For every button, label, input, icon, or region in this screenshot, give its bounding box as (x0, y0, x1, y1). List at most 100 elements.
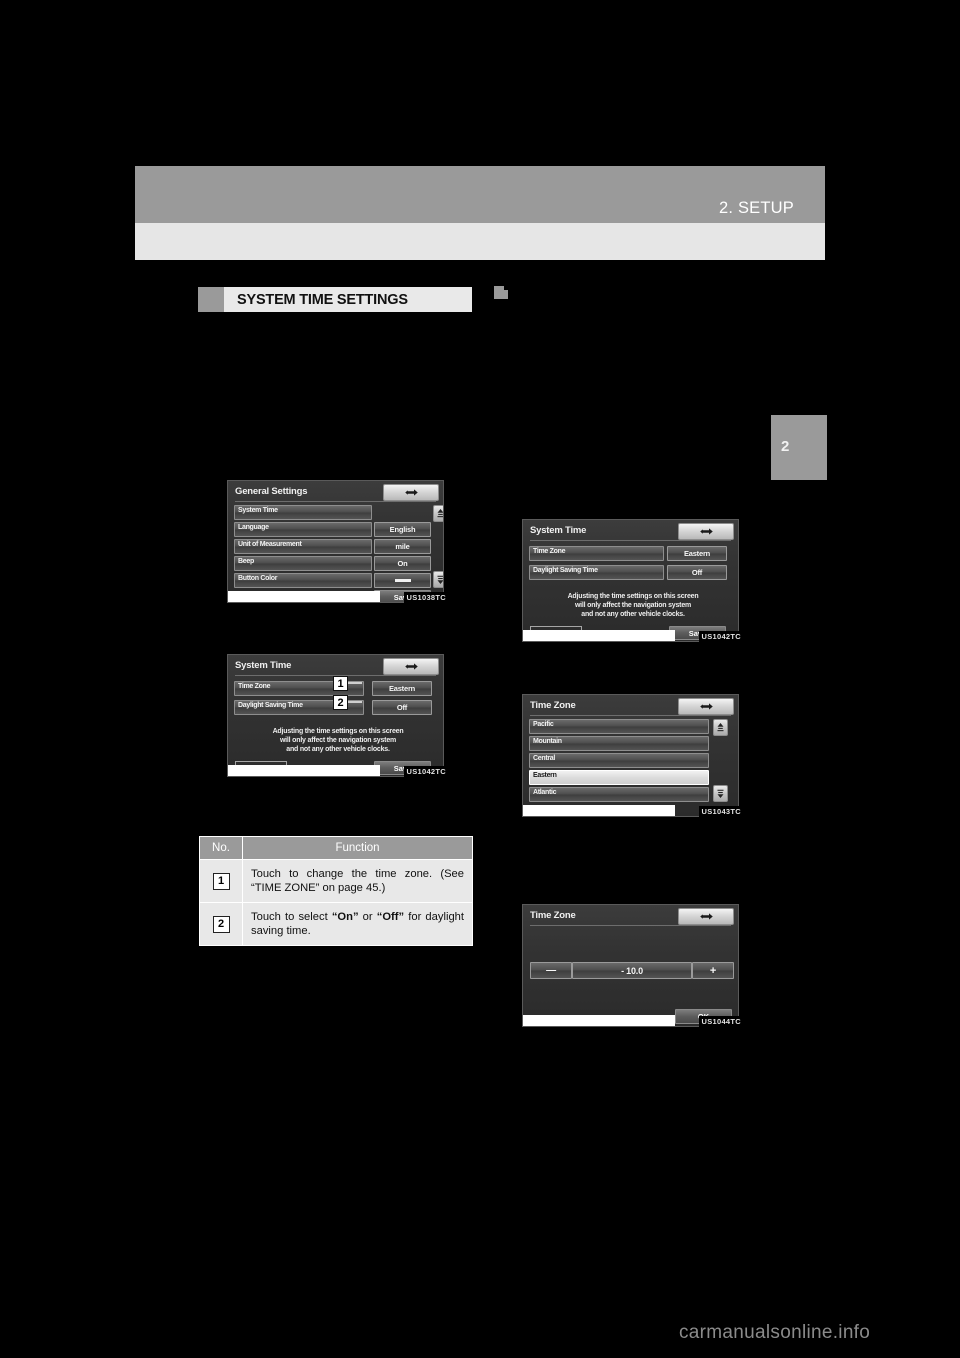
list-item-atlantic[interactable]: Atlantic (529, 787, 709, 802)
value-unit-of-measurement[interactable]: mile (374, 539, 431, 554)
row-label: Daylight Saving Time (533, 567, 598, 574)
scroll-up-button[interactable] (433, 505, 443, 522)
decrement-button[interactable]: — (530, 962, 572, 979)
note-line: and not any other vehicle clocks. (286, 746, 390, 753)
fn-part-off: “Off” (376, 911, 405, 923)
screen-title: System Time (235, 660, 292, 671)
column-header-function: Function (242, 836, 473, 860)
figure-caption: US1043TC (699, 806, 743, 817)
list-item-eastern[interactable]: Eastern (529, 770, 709, 785)
row-beep[interactable]: Beep (234, 556, 372, 571)
fn-part: Touch to select (251, 911, 332, 923)
list-item-central[interactable]: Central (529, 753, 709, 768)
section-heading: SYSTEM TIME SETTINGS (198, 287, 472, 312)
back-button[interactable] (383, 658, 439, 675)
chapter-tab-number: 2 (781, 438, 790, 455)
scroll-down-icon (437, 575, 443, 584)
back-arrow-icon (699, 703, 713, 710)
section-swatch (198, 287, 224, 312)
row-system-time[interactable]: System Time (234, 505, 372, 520)
row-label: Language (238, 524, 269, 531)
screen-title: Time Zone (530, 910, 576, 921)
page-header-band: 2. SETUP (135, 166, 825, 223)
scroll-down-button[interactable] (713, 785, 728, 802)
row-function-cell: Touch to select “On” or “Off” for daylig… (242, 902, 473, 946)
list-item-mountain[interactable]: Mountain (529, 736, 709, 751)
increment-button[interactable]: + (692, 962, 734, 979)
value-language[interactable]: English (374, 522, 431, 537)
screen-title: General Settings (235, 486, 308, 497)
page-header-subband (135, 223, 825, 260)
watermark: carmanualsonline.info (679, 1322, 871, 1343)
column-header-no: No. (199, 836, 243, 860)
value-daylight-saving-time[interactable]: Off (372, 700, 432, 715)
scroll-down-button[interactable] (433, 571, 443, 588)
value-label: Off (691, 568, 703, 577)
back-button[interactable] (678, 908, 734, 925)
table-header-row: No. Function (199, 836, 473, 860)
back-button[interactable] (678, 698, 734, 715)
bottom-strip (228, 591, 380, 602)
screen-note: Adjusting the time settings on this scre… (258, 727, 418, 754)
row-label: Time Zone (533, 548, 566, 555)
list-item-label: Atlantic (533, 789, 557, 796)
value-time-zone[interactable]: Eastern (372, 681, 432, 696)
row-number-cell: 2 (199, 902, 243, 946)
callout-number-1: 1 (212, 872, 230, 890)
title-divider (235, 501, 436, 502)
value-label: Off (396, 703, 408, 712)
row-daylight-saving-time[interactable]: Daylight Saving Time (529, 565, 664, 580)
figure-caption: US1038TC (404, 592, 448, 603)
note-line: Adjusting the time settings on this scre… (272, 728, 404, 735)
fn-part: or (358, 911, 377, 923)
nav-screen-system-time: System Time Time Zone Eastern Daylight S… (227, 654, 444, 777)
plus-icon: + (709, 964, 717, 977)
back-arrow-icon (404, 663, 418, 670)
row-time-zone[interactable]: Time Zone (529, 546, 664, 561)
screen-title: Time Zone (530, 700, 576, 711)
color-swatch-icon (394, 579, 411, 582)
row-language[interactable]: Language (234, 522, 372, 537)
row-function-cell: Touch to change the time zone. (See “TIM… (242, 859, 473, 903)
list-item-label: Mountain (533, 738, 562, 745)
scroll-up-icon (437, 509, 443, 518)
table-row: 2 Touch to select “On” or “Off” for dayl… (199, 902, 473, 946)
bottom-strip (228, 765, 380, 776)
value-beep[interactable]: On (374, 556, 431, 571)
row-button-color[interactable]: Button Color (234, 573, 372, 588)
row-label: Unit of Measurement (238, 541, 302, 548)
fn-part-on: “On” (331, 911, 359, 923)
scroll-up-button[interactable] (713, 719, 728, 736)
note-line: will only affect the navigation system (574, 602, 692, 609)
section-heading-label: SYSTEM TIME SETTINGS (237, 291, 408, 308)
row-label: Daylight Saving Time (238, 702, 303, 709)
screenshot-time-zone-adjust: Time Zone — - 10.0 + OK US1044TC (518, 900, 743, 1027)
value-label: Eastern (388, 684, 416, 693)
row-label: Time Zone (238, 683, 271, 690)
callout-line-1 (347, 682, 362, 684)
title-divider (530, 540, 731, 541)
list-item-label: Eastern (533, 772, 557, 779)
row-label: Beep (238, 558, 254, 565)
row-number-cell: 1 (199, 859, 243, 903)
list-item-pacific[interactable]: Pacific (529, 719, 709, 734)
value-daylight-saving-time[interactable]: Off (667, 565, 727, 580)
back-button[interactable] (678, 523, 734, 540)
back-button[interactable] (383, 484, 439, 501)
scroll-down-icon (717, 789, 724, 798)
table-row: 1 Touch to change the time zone. (See “T… (199, 859, 473, 903)
callout-2: 2 (333, 695, 348, 710)
minus-icon: — (546, 965, 556, 976)
back-arrow-icon (404, 489, 418, 496)
value-label: Eastern (683, 549, 711, 558)
row-label: System Time (238, 507, 278, 514)
nav-screen-general-settings: General Settings System Time Language En… (227, 480, 444, 603)
value-button-color[interactable] (374, 573, 431, 588)
value-label: On (397, 559, 408, 568)
value-time-zone[interactable]: Eastern (667, 546, 727, 561)
row-unit-of-measurement[interactable]: Unit of Measurement (234, 539, 372, 554)
nav-screen-time-zone-list: Time Zone Pacific Mountain Central Easte… (522, 694, 739, 817)
callout-number-2: 2 (212, 915, 230, 933)
time-zone-offset-display: - 10.0 (572, 962, 692, 979)
bottom-strip (523, 630, 675, 641)
